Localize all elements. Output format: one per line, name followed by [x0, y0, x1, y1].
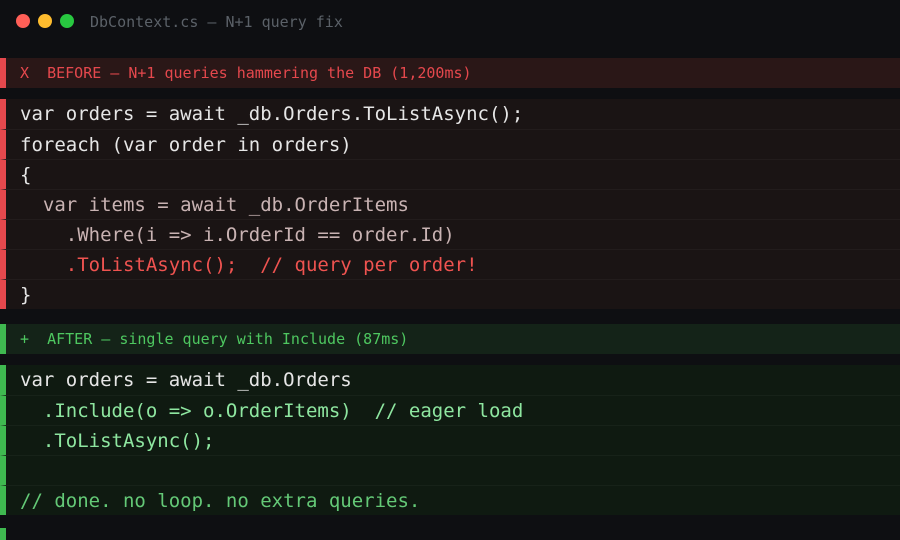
code-line: var items = await _db.OrderItems	[0, 189, 900, 219]
code-line: .Where(i => i.OrderId == order.Id)	[0, 219, 900, 249]
code-line: }	[0, 279, 900, 309]
code-line: var orders = await _db.Orders.ToListAsyn…	[0, 99, 900, 129]
window-titlebar: DbContext.cs — N+1 query fix	[0, 0, 900, 46]
before-code-block: var orders = await _db.Orders.ToListAsyn…	[0, 99, 900, 309]
code-line: var orders = await _db.Orders	[0, 365, 900, 395]
close-window-button[interactable]	[16, 14, 30, 28]
before-banner: X BEFORE — N+1 queries hammering the DB …	[0, 58, 900, 88]
code-line: .ToListAsync();	[0, 425, 900, 455]
after-code-block: var orders = await _db.Orders .Include(o…	[0, 365, 900, 515]
diff-gutter-marker	[0, 528, 6, 540]
code-line-highlight: .ToListAsync(); // query per order!	[0, 249, 900, 279]
code-line: .Include(o => o.OrderItems) // eager loa…	[0, 395, 900, 425]
after-banner: + AFTER — single query with Include (87m…	[0, 324, 900, 354]
code-comment-line: // done. no loop. no extra queries.	[0, 485, 900, 515]
code-line-empty	[0, 455, 900, 485]
code-line: foreach (var order in orders)	[0, 129, 900, 159]
code-line: {	[0, 159, 900, 189]
minimize-window-button[interactable]	[38, 14, 52, 28]
zoom-window-button[interactable]	[60, 14, 74, 28]
window-title: DbContext.cs — N+1 query fix	[90, 13, 343, 31]
